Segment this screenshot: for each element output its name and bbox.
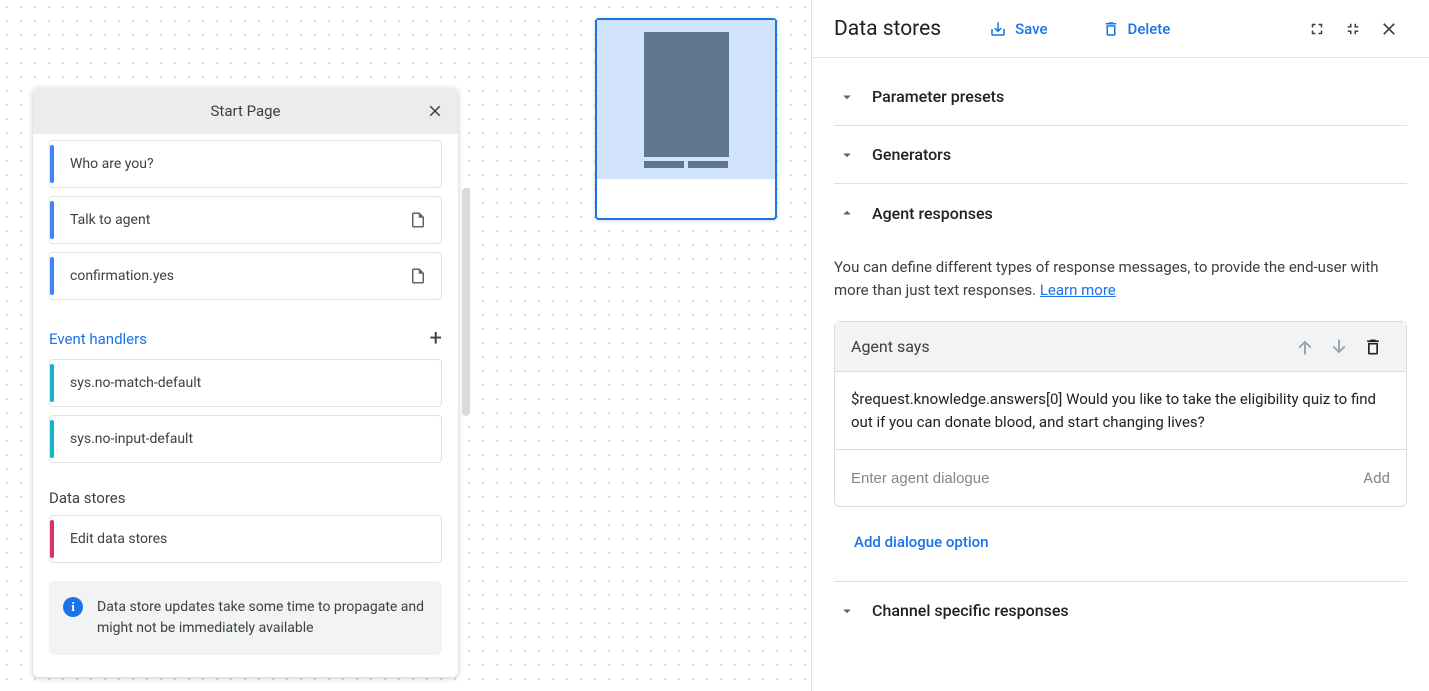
save-button[interactable]: Save (979, 14, 1057, 44)
section-label: Data stores (49, 489, 126, 507)
exit-fullscreen-icon[interactable] (1335, 11, 1371, 47)
delete-button[interactable]: Delete (1092, 14, 1181, 44)
panel-title: Data stores (834, 17, 941, 41)
move-down-icon[interactable] (1322, 330, 1356, 364)
minimap-node (644, 161, 684, 168)
start-page-card: Start Page Who are you? Talk to agent co… (33, 88, 458, 677)
event-handlers-heading: Event handlers + (49, 326, 442, 351)
agent-dialogue-input[interactable] (851, 470, 1363, 487)
learn-more-link[interactable]: Learn more (1040, 281, 1116, 299)
edit-data-stores-label: Edit data stores (70, 531, 167, 547)
page-icon (409, 267, 427, 285)
chevron-down-icon (838, 88, 856, 106)
route-item[interactable]: confirmation.yes (49, 252, 442, 300)
chevron-down-icon (838, 602, 856, 620)
agent-says-text[interactable]: $request.knowledge.answers[0] Would you … (835, 372, 1406, 450)
info-text: Data store updates take some time to pro… (97, 599, 424, 636)
start-page-header: Start Page (33, 88, 458, 134)
section-label: Channel specific responses (872, 601, 1069, 620)
save-label: Save (1015, 20, 1047, 38)
section-label: Parameter presets (872, 87, 1004, 106)
event-handler-item[interactable]: sys.no-input-default (49, 415, 442, 463)
event-handler-item[interactable]: sys.no-match-default (49, 359, 442, 407)
delete-icon[interactable] (1356, 330, 1390, 364)
event-label: sys.no-match-default (70, 375, 201, 391)
close-icon[interactable] (422, 98, 448, 124)
fullscreen-icon[interactable] (1299, 11, 1335, 47)
section-parameter-presets[interactable]: Parameter presets (834, 68, 1407, 126)
route-label: Talk to agent (70, 212, 150, 228)
info-icon: i (63, 597, 83, 617)
add-dialogue-option-button[interactable]: Add dialogue option (854, 533, 989, 551)
minimap-node (688, 161, 728, 168)
route-label: confirmation.yes (70, 268, 174, 284)
intent-list: Who are you? Talk to agent confirmation.… (49, 140, 442, 300)
page-icon (409, 211, 427, 229)
chevron-up-icon (838, 204, 856, 222)
agent-says-heading: Agent says (851, 337, 930, 356)
right-panel: Data stores Save Delete Paramet (811, 0, 1429, 691)
close-panel-icon[interactable] (1371, 11, 1407, 47)
agent-responses-description: You can define different types of respon… (834, 256, 1407, 301)
minimap[interactable] (595, 18, 777, 220)
route-label: Who are you? (70, 156, 154, 172)
add-event-handler-button[interactable]: + (430, 326, 442, 351)
delete-label: Delete (1128, 20, 1171, 38)
section-label: Event handlers (49, 330, 147, 348)
info-banner: i Data store updates take some time to p… (49, 581, 442, 655)
data-stores-heading-row: Data stores (49, 489, 442, 507)
chevron-down-icon (838, 146, 856, 164)
section-agent-responses[interactable]: Agent responses (834, 184, 1407, 242)
flow-canvas[interactable]: Start Page Who are you? Talk to agent co… (0, 0, 811, 691)
agent-says-card: Agent says $request.knowledge.answers[0]… (834, 321, 1407, 507)
route-item[interactable]: Who are you? (49, 140, 442, 188)
section-label: Generators (872, 145, 951, 164)
event-label: sys.no-input-default (70, 431, 193, 447)
start-page-title: Start Page (211, 102, 281, 120)
section-label: Agent responses (872, 204, 993, 223)
edit-data-stores-item[interactable]: Edit data stores (49, 515, 442, 563)
add-dialogue-button[interactable]: Add (1363, 469, 1390, 487)
panel-header: Data stores Save Delete (812, 0, 1429, 58)
minimap-node (644, 32, 729, 157)
route-item[interactable]: Talk to agent (49, 196, 442, 244)
section-generators[interactable]: Generators (834, 126, 1407, 184)
section-channel-specific[interactable]: Channel specific responses (834, 581, 1407, 639)
move-up-icon[interactable] (1288, 330, 1322, 364)
scrollbar[interactable] (462, 188, 470, 416)
